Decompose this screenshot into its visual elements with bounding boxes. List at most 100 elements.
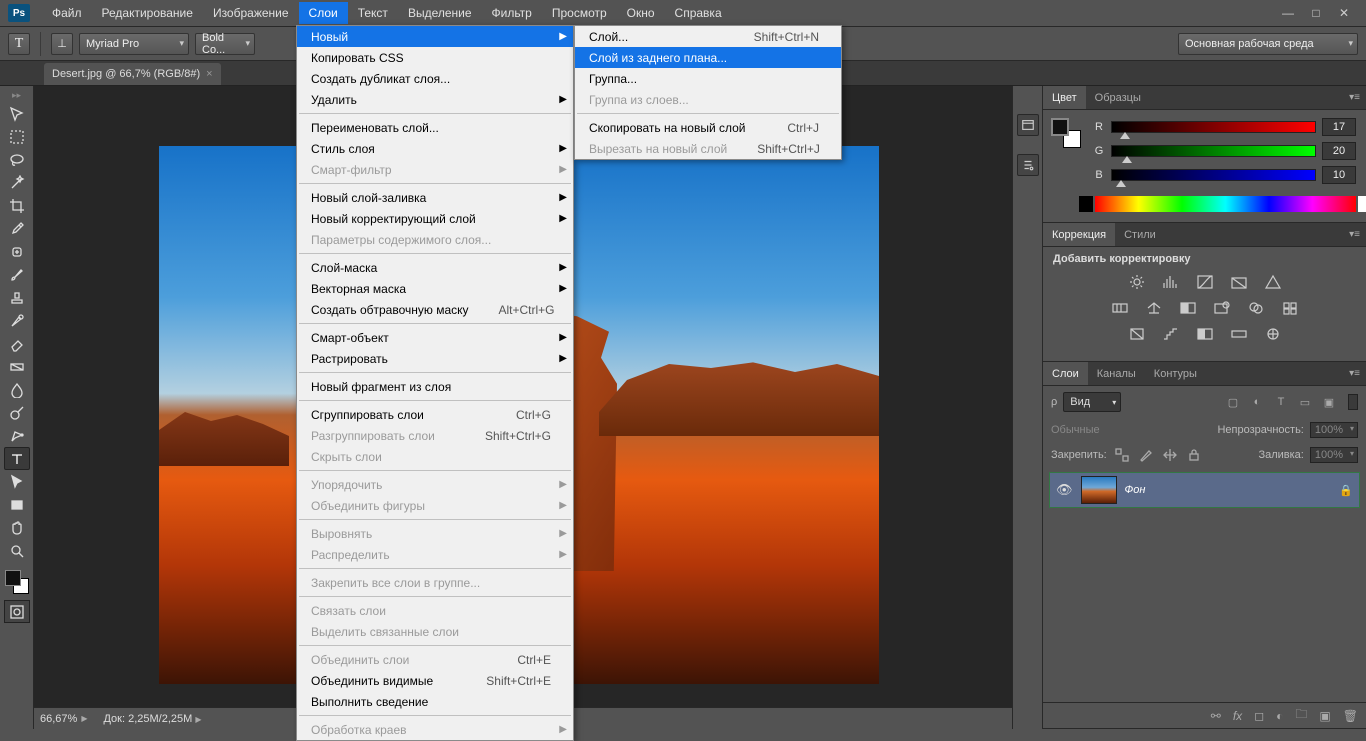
quick-mask-toggle[interactable]: [4, 600, 30, 623]
fill-value[interactable]: 100%: [1310, 447, 1358, 463]
b-slider[interactable]: [1111, 169, 1316, 181]
move-tool[interactable]: [4, 102, 30, 125]
levels-icon[interactable]: [1161, 273, 1181, 291]
font-style-dropdown[interactable]: Bold Co...: [195, 33, 255, 55]
pen-tool[interactable]: [4, 424, 30, 447]
menu-item[interactable]: Выполнить сведение: [297, 691, 573, 712]
zoom-menu-icon[interactable]: ▶: [81, 714, 87, 723]
type-tool[interactable]: [4, 447, 30, 470]
filter-adjust-icon[interactable]: ◐: [1248, 393, 1266, 411]
bw-icon[interactable]: [1178, 299, 1198, 317]
lasso-tool[interactable]: [4, 148, 30, 171]
menu-item[interactable]: Группа...: [575, 68, 841, 89]
properties-panel-icon[interactable]: [1017, 154, 1039, 176]
vibrance-icon[interactable]: [1263, 273, 1283, 291]
dodge-tool[interactable]: [4, 401, 30, 424]
menu-item[interactable]: Новый слой-заливка▶: [297, 187, 573, 208]
layer-thumbnail[interactable]: [1081, 476, 1117, 504]
filter-shape-icon[interactable]: ▭: [1296, 393, 1314, 411]
menu-item[interactable]: Стиль слоя▶: [297, 138, 573, 159]
menu-item[interactable]: Слой-маска▶: [297, 257, 573, 278]
history-panel-icon[interactable]: [1017, 114, 1039, 136]
color-lookup-icon[interactable]: [1280, 299, 1300, 317]
brightness-icon[interactable]: [1127, 273, 1147, 291]
zoom-tool[interactable]: [4, 539, 30, 562]
menu-item[interactable]: Слой из заднего плана...: [575, 47, 841, 68]
tab-adjustments[interactable]: Коррекция: [1043, 223, 1115, 246]
minimize-button[interactable]: ―: [1274, 3, 1302, 23]
lock-transparent-icon[interactable]: [1113, 446, 1131, 464]
panel-menu-icon[interactable]: ▾≡: [1343, 92, 1366, 103]
lock-pixels-icon[interactable]: [1137, 446, 1155, 464]
maximize-button[interactable]: □: [1302, 3, 1330, 23]
font-family-dropdown[interactable]: Myriad Pro: [79, 33, 189, 55]
workspace-dropdown[interactable]: Основная рабочая среда: [1178, 33, 1358, 55]
r-value[interactable]: 17: [1322, 118, 1356, 136]
tab-color[interactable]: Цвет: [1043, 86, 1086, 109]
layer-filter-dropdown[interactable]: Вид: [1063, 392, 1121, 412]
menu-окно[interactable]: Окно: [617, 2, 665, 24]
filter-image-icon[interactable]: ▢: [1224, 393, 1242, 411]
brush-tool[interactable]: [4, 263, 30, 286]
blur-tool[interactable]: [4, 378, 30, 401]
g-slider[interactable]: [1111, 145, 1316, 157]
menu-редактирование[interactable]: Редактирование: [92, 2, 203, 24]
color-swatch[interactable]: [1051, 118, 1081, 148]
foreground-background-swatch[interactable]: [3, 568, 31, 596]
new-group-icon[interactable]: 🗀: [1295, 705, 1307, 726]
eyedropper-tool[interactable]: [4, 217, 30, 240]
add-mask-icon[interactable]: ◻: [1254, 709, 1264, 723]
menu-item[interactable]: Сгруппировать слоиCtrl+G: [297, 404, 573, 425]
r-slider[interactable]: [1111, 121, 1316, 133]
layer-item[interactable]: 👁 Фон 🔒: [1049, 472, 1360, 508]
menu-item[interactable]: Растрировать▶: [297, 348, 573, 369]
filter-toggle[interactable]: [1348, 394, 1358, 410]
color-spectrum[interactable]: [1095, 196, 1356, 212]
hue-icon[interactable]: [1110, 299, 1130, 317]
menu-фильтр[interactable]: Фильтр: [482, 2, 542, 24]
tool-preset-icon[interactable]: T: [8, 33, 30, 55]
color-balance-icon[interactable]: [1144, 299, 1164, 317]
menu-item[interactable]: Объединить видимыеShift+Ctrl+E: [297, 670, 573, 691]
tab-paths[interactable]: Контуры: [1145, 362, 1206, 385]
exposure-icon[interactable]: [1229, 273, 1249, 291]
history-brush-tool[interactable]: [4, 309, 30, 332]
menu-item[interactable]: Копировать CSS: [297, 47, 573, 68]
link-layers-icon[interactable]: ⚯: [1211, 709, 1221, 723]
layer-name[interactable]: Фон: [1125, 484, 1146, 496]
menu-item[interactable]: Новый▶: [297, 26, 573, 47]
menu-изображение[interactable]: Изображение: [203, 2, 299, 24]
panel-menu-icon[interactable]: ▾≡: [1343, 229, 1366, 240]
menu-файл[interactable]: Файл: [42, 2, 92, 24]
menu-item[interactable]: Векторная маска▶: [297, 278, 573, 299]
eraser-tool[interactable]: [4, 332, 30, 355]
menu-item[interactable]: Переименовать слой...: [297, 117, 573, 138]
menu-выделение[interactable]: Выделение: [398, 2, 482, 24]
status-menu-icon[interactable]: ▶: [195, 715, 201, 724]
menu-item[interactable]: Смарт-объект▶: [297, 327, 573, 348]
menu-item[interactable]: Скопировать на новый слойCtrl+J: [575, 117, 841, 138]
menu-item[interactable]: Новый корректирующий слой▶: [297, 208, 573, 229]
new-layer-icon[interactable]: ▣: [1319, 709, 1330, 723]
selective-color-icon[interactable]: [1263, 325, 1283, 343]
menu-item[interactable]: Слой...Shift+Ctrl+N: [575, 26, 841, 47]
panel-menu-icon[interactable]: ▾≡: [1343, 368, 1366, 379]
close-button[interactable]: ✕: [1330, 3, 1358, 23]
close-tab-icon[interactable]: ×: [206, 68, 212, 80]
gradient-tool[interactable]: [4, 355, 30, 378]
hand-tool[interactable]: [4, 516, 30, 539]
delete-layer-icon[interactable]: 🗑: [1343, 709, 1358, 723]
curves-icon[interactable]: [1195, 273, 1215, 291]
menu-слои[interactable]: Слои: [299, 2, 348, 24]
visibility-icon[interactable]: 👁: [1056, 482, 1073, 498]
new-adjustment-icon[interactable]: ◐: [1276, 709, 1283, 723]
b-value[interactable]: 10: [1322, 166, 1356, 184]
layer-effects-icon[interactable]: fx: [1233, 709, 1242, 723]
posterize-icon[interactable]: [1161, 325, 1181, 343]
gradient-map-icon[interactable]: [1229, 325, 1249, 343]
menu-справка[interactable]: Справка: [665, 2, 732, 24]
tools-collapse-icon[interactable]: ▸▸: [2, 90, 32, 100]
magic-wand-tool[interactable]: [4, 171, 30, 194]
blend-mode-dropdown[interactable]: Обычные: [1051, 424, 1205, 436]
channel-mixer-icon[interactable]: [1246, 299, 1266, 317]
